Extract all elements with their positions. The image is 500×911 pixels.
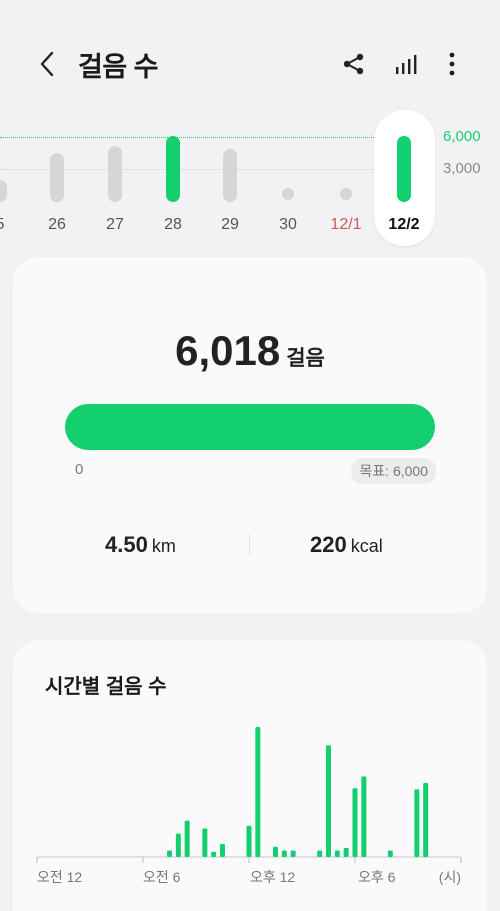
calories-value: 220: [310, 532, 347, 557]
y-label-goal: 6,000: [443, 128, 481, 145]
bar-chart-icon: [396, 55, 417, 74]
hourly-bar: [343, 847, 349, 857]
x-tick-label: 오후 12: [250, 869, 295, 885]
hourly-bar: [326, 745, 331, 857]
day-label: 5: [0, 216, 20, 234]
day-bar: [223, 149, 237, 202]
hourly-bar: [290, 850, 296, 857]
day-bar: [397, 136, 411, 202]
distance-value: 4.50: [105, 532, 148, 557]
steps-total: 6,018 걸음: [13, 327, 487, 375]
hourly-bar: [167, 850, 172, 857]
goal-progress-fill: [65, 404, 435, 450]
day-item[interactable]: 12/2: [384, 110, 424, 250]
hourly-bar: [175, 833, 181, 857]
hourly-steps-chart: 오전 12 오전 6 오후 12 오후 6 (시): [36, 727, 462, 885]
chart-view-button[interactable]: [388, 44, 424, 84]
x-tick-label: 오후 6: [358, 869, 396, 885]
x-tick-label: 오전 6: [143, 869, 181, 885]
progress-start-label: 0: [75, 461, 84, 478]
hourly-bar: [317, 850, 323, 857]
goal-badge: 목표: 6,000: [351, 458, 436, 484]
hourly-bar: [352, 788, 358, 857]
hourly-bar: [184, 820, 190, 857]
day-label: 30: [279, 216, 297, 233]
day-item[interactable]: 26: [37, 110, 77, 250]
day-bar: [50, 152, 64, 202]
day-label: 27: [106, 216, 124, 233]
day-label: 29: [221, 216, 239, 233]
hourly-bar: [361, 776, 367, 857]
back-button[interactable]: [30, 44, 64, 84]
day-label: 26: [48, 216, 66, 233]
calories-stat: 220 kcal: [310, 532, 383, 558]
x-axis-unit: (시): [439, 869, 461, 885]
share-icon: [343, 53, 364, 75]
day-item[interactable]: 29: [210, 110, 250, 250]
daily-steps-strip: 6,000 3,000 5 26 27 28 29 30 12/1 12/2: [0, 110, 500, 250]
hourly-bar: [414, 789, 420, 857]
day-item[interactable]: 27: [95, 110, 135, 250]
chevron-left-icon: [40, 51, 54, 77]
hourly-bar: [220, 844, 225, 857]
distance-unit: km: [151, 536, 176, 556]
hourly-bar: [211, 851, 217, 857]
day-bar: [0, 180, 7, 202]
hourly-bar: [273, 846, 278, 857]
hourly-bar: [246, 825, 252, 857]
more-vert-icon: [449, 52, 455, 76]
x-tick-label: 오전 12: [37, 869, 82, 885]
steps-unit: 걸음: [286, 347, 325, 370]
hourly-bar: [387, 850, 393, 857]
y-label-mid: 3,000: [443, 160, 481, 177]
day-dot: [282, 188, 294, 200]
day-item[interactable]: 5: [0, 110, 20, 250]
hourly-bar: [255, 727, 261, 857]
stat-divider: [249, 534, 250, 556]
hourly-bar: [281, 850, 287, 857]
hourly-bar: [423, 782, 429, 857]
hourly-bar: [334, 850, 340, 857]
hourly-steps-card[interactable]: 시간별 걸음 수 오전 12 오전 6 오후 12 오후 6 (시): [13, 640, 487, 911]
goal-progress-bar: [65, 404, 435, 450]
day-bar: [166, 136, 180, 202]
day-bar: [108, 145, 122, 202]
hourly-bar: [202, 828, 208, 857]
day-label: 28: [164, 216, 182, 233]
steps-count: 6,018: [175, 327, 281, 374]
day-dot: [340, 188, 352, 200]
day-item[interactable]: 12/1: [326, 110, 366, 250]
day-item[interactable]: 30: [268, 110, 308, 250]
page-title: 걸음 수: [78, 52, 159, 82]
day-label: 12/2: [388, 216, 420, 233]
distance-stat: 4.50 km: [105, 532, 176, 558]
share-button[interactable]: [336, 44, 372, 84]
calories-unit: kcal: [350, 536, 383, 556]
day-item[interactable]: 28: [153, 110, 193, 250]
day-label: 12/1: [330, 216, 362, 233]
more-options-button[interactable]: [434, 44, 470, 84]
summary-card: 6,018 걸음 0 목표: 6,000 4.50 km 220 kcal: [13, 257, 487, 613]
